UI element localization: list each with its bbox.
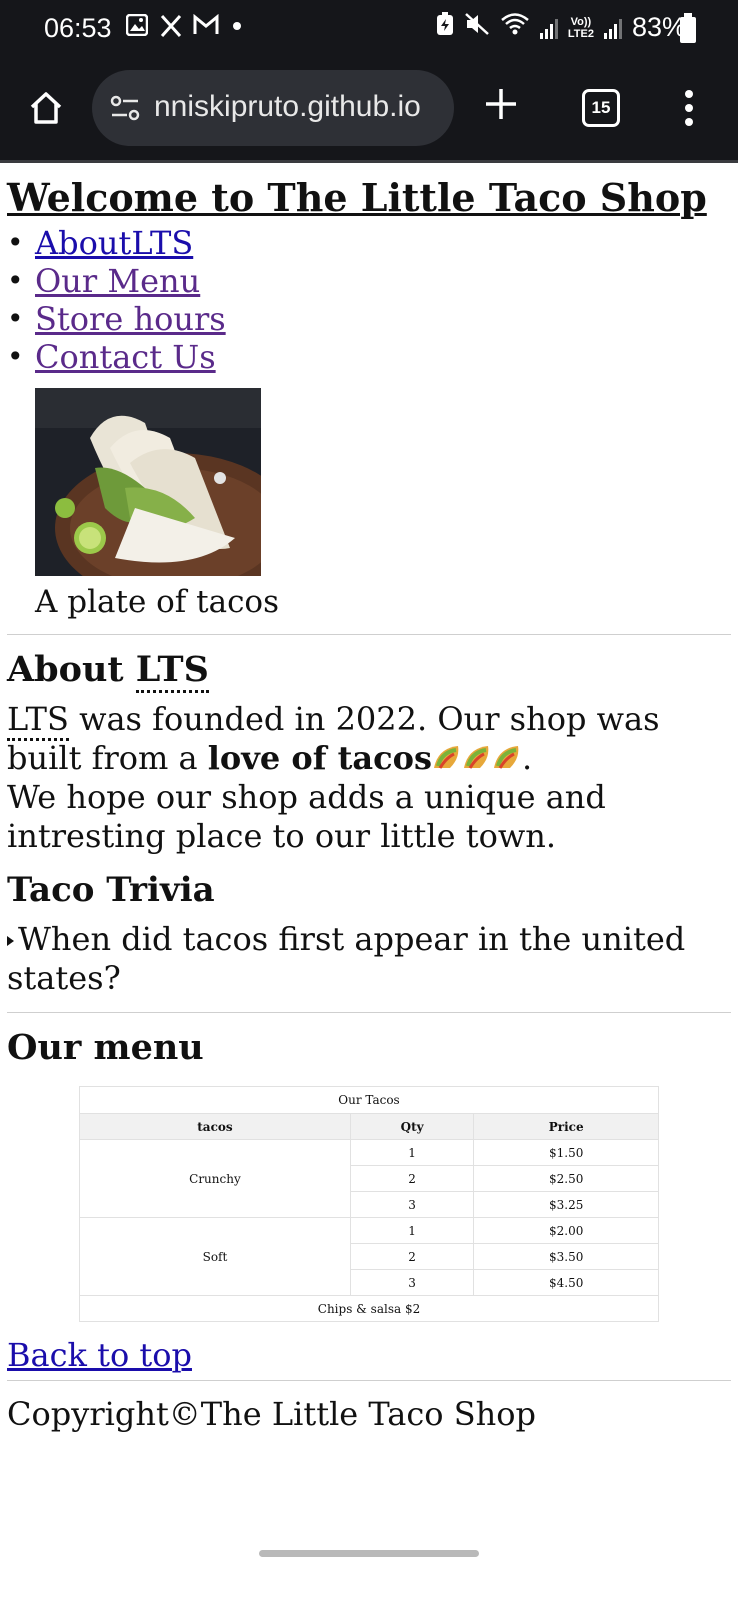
nav-link-about[interactable]: AboutLTS <box>35 224 193 262</box>
nav-item-menu: Our Menu <box>7 262 731 300</box>
nav-item-contact: Contact Us <box>7 338 731 376</box>
taco-plate-image <box>35 388 261 576</box>
page-content: Welcome to The Little Taco Shop AboutLTS… <box>7 163 731 1433</box>
gallery-icon <box>125 13 149 38</box>
nav-item-hours: Store hours <box>7 300 731 338</box>
price-cell: $1.50 <box>473 1139 659 1166</box>
table-row: Soft 1 $2.00 <box>79 1217 659 1296</box>
disclosure-triangle-icon <box>7 936 14 946</box>
taco-emoji-icon <box>433 746 459 769</box>
trivia-heading: Taco Trivia <box>7 870 215 910</box>
price-cell: $2.00 <box>473 1217 659 1244</box>
lts-abbr[interactable]: LTS <box>135 649 209 693</box>
nav-link-menu[interactable]: Our Menu <box>35 262 200 300</box>
back-to-top-link[interactable]: Back to top <box>7 1336 731 1374</box>
copyright-text: Copyright©The Little Taco Shop <box>7 1395 536 1433</box>
browser-toolbar: nniskipruto.github.io 15 <box>0 60 738 160</box>
table-row: Crunchy 1 $1.50 <box>79 1139 659 1218</box>
nav-link-hours[interactable]: Store hours <box>35 300 226 338</box>
status-bar: 06:53 Vo)) LTE2 83% <box>0 0 738 60</box>
about-heading: About LTS <box>7 649 731 693</box>
table-header-row: tacos Qty Price <box>79 1113 659 1140</box>
price-cell: $4.50 <box>473 1269 659 1296</box>
home-button[interactable] <box>28 90 64 126</box>
qty-cell: 2 <box>349 1243 475 1270</box>
notification-icons <box>125 13 241 38</box>
qty-cell: 3 <box>349 1269 475 1296</box>
col-header-tacos: tacos <box>79 1113 351 1140</box>
mute-icon <box>464 12 490 43</box>
signal-icon-1 <box>539 17 558 39</box>
about-paragraph-2: We hope our shop adds a unique and intre… <box>7 778 606 855</box>
col-header-qty: Qty <box>349 1113 475 1140</box>
taco-figure: A plate of tacos <box>35 388 731 620</box>
url-text[interactable]: nniskipruto.github.io <box>154 90 421 124</box>
system-icons: Vo)) LTE2 83% <box>436 12 686 43</box>
section-divider <box>7 1012 731 1013</box>
price-cell: $3.25 <box>473 1191 659 1218</box>
clock: 06:53 <box>44 13 112 43</box>
address-bar[interactable]: nniskipruto.github.io <box>92 70 454 146</box>
site-settings-icon[interactable] <box>110 94 140 122</box>
trivia-disclosure[interactable]: When did tacos first appear in the unite… <box>7 920 731 998</box>
taco-type-cell: Soft <box>79 1217 351 1296</box>
about-paragraph: LTS was founded in 2022. Our shop was bu… <box>7 700 660 855</box>
taco-type-cell: Crunchy <box>79 1139 351 1218</box>
gesture-home-indicator[interactable] <box>259 1550 479 1557</box>
lts-abbr-inline[interactable]: LTS <box>7 700 69 741</box>
battery-saver-icon <box>436 12 454 43</box>
nav-list: AboutLTS Our Menu Store hours Contact Us <box>7 224 731 376</box>
nav-link-contact[interactable]: Contact Us <box>35 338 216 376</box>
col-header-price: Price <box>473 1113 659 1140</box>
gmail-icon <box>193 13 219 38</box>
qty-cell: 1 <box>349 1217 475 1244</box>
price-cell: $3.50 <box>473 1243 659 1270</box>
menu-heading: Our menu <box>7 1027 204 1068</box>
trivia-question[interactable]: When did tacos first appear in the unite… <box>7 920 685 997</box>
table-footer-row: Chips & salsa $2 <box>79 1295 659 1322</box>
qty-cell: 3 <box>349 1191 475 1218</box>
x-app-icon <box>159 14 183 38</box>
taco-emoji-icon <box>493 746 519 769</box>
table-footer: Chips & salsa $2 <box>79 1295 659 1322</box>
more-notifications-dot <box>233 22 241 30</box>
footer-divider <box>7 1380 731 1381</box>
section-divider <box>7 634 731 635</box>
tab-switcher-button[interactable]: 15 <box>582 89 620 127</box>
price-cell: $2.50 <box>473 1165 659 1192</box>
page-title: Welcome to The Little Taco Shop <box>7 175 707 220</box>
nav-item-about: AboutLTS <box>7 224 731 262</box>
taco-emoji-icon <box>463 746 489 769</box>
battery-icon <box>680 13 696 43</box>
battery-percent: 83% <box>631 12 686 42</box>
signal-icon-2 <box>603 17 622 39</box>
menu-table: Our Tacos tacos Qty Price Crunchy 1 $1.5… <box>79 1086 659 1322</box>
table-caption: Our Tacos <box>79 1086 659 1113</box>
browser-menu-button[interactable] <box>684 90 694 126</box>
image-caption: A plate of tacos <box>35 584 280 620</box>
home-icon <box>30 92 62 124</box>
love-of-tacos: love of tacos <box>207 739 432 777</box>
qty-cell: 1 <box>349 1139 475 1166</box>
wifi-icon <box>500 12 530 43</box>
lte-indicator: Vo)) LTE2 <box>567 15 594 40</box>
new-tab-button[interactable] <box>484 82 518 128</box>
taco-emojis <box>432 739 522 777</box>
qty-cell: 2 <box>349 1165 475 1192</box>
plus-icon <box>486 89 516 119</box>
